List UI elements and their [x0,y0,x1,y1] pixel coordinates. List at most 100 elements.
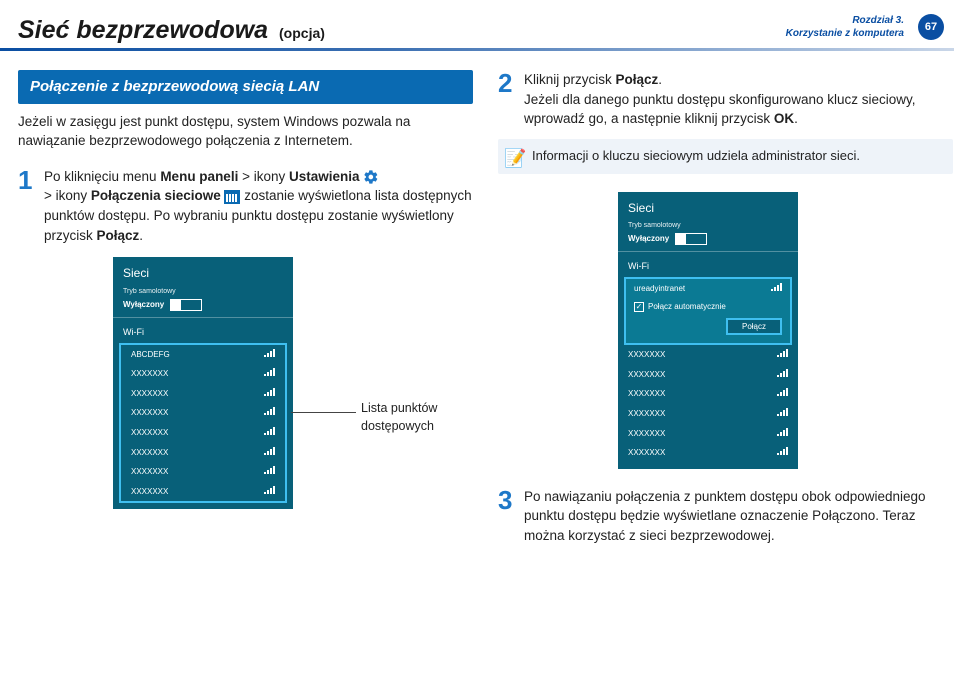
ap-name: XXXXXXX [131,368,168,380]
page-number-badge: 67 [918,14,944,40]
signal-icon [777,428,788,436]
ap-item[interactable]: XXXXXXX [121,384,285,404]
ap-name: XXXXXXX [628,447,665,459]
ap-item[interactable]: ABCDEFG [121,345,285,365]
panel-2-wrap: Sieci Tryb samolotowy Wyłączony Wi-Fi ur… [618,192,953,469]
t: . [658,72,662,87]
header-divider [0,48,954,51]
title-main: Sieć bezprzewodowa [18,16,268,44]
title-option: (opcja) [279,25,325,41]
ap-item[interactable]: XXXXXXX [121,423,285,443]
ap-item[interactable]: XXXXXXX [121,482,285,502]
airplane-toggle[interactable] [675,233,707,245]
t: Jeżeli dla danego punktu dostępu skonfig… [524,92,916,127]
ap-name: XXXXXXX [628,428,665,440]
airplane-toggle[interactable] [170,299,202,311]
step-3: 3 Po nawiązaniu połączenia z punktem dos… [498,487,953,546]
signal-icon [777,349,788,357]
checkbox-icon[interactable]: ✓ [634,302,644,312]
signal-icon [777,408,788,416]
step-2: 2 Kliknij przycisk Połącz. Jeżeli dla da… [498,70,953,129]
step-number-3: 3 [498,487,516,513]
ap-item[interactable]: XXXXXXX [618,365,798,385]
ap-name: XXXXXXX [131,447,168,459]
ap-name: XXXXXXX [628,388,665,400]
ap-item[interactable]: XXXXXXX [121,443,285,463]
panel-title: Sieci [618,192,798,221]
connect-button[interactable]: Połącz [726,318,782,335]
t: > ikony [44,188,91,203]
airplane-toggle-row: Wyłączony [618,231,798,251]
airplane-mode-label: Tryb samolotowy [618,221,798,231]
ap-name: XXXXXXX [131,466,168,478]
step-3-body: Po nawiązaniu połączenia z punktem dostę… [524,487,953,546]
ap-name: ABCDEFG [131,349,170,361]
ap-item[interactable]: XXXXXXX [121,462,285,482]
ustawienia: Ustawienia [289,169,360,184]
chapter-line2: Korzystanie z komputera [786,27,904,40]
note-icon: 📝 [504,145,526,171]
signal-icon [777,369,788,377]
callout-text: Lista punktów dostępowych [361,399,481,435]
airplane-toggle-row: Wyłączony [113,297,293,317]
polacz-bold: Połącz [616,72,659,87]
panel-1-wrap: Sieci Tryb samolotowy Wyłączony Wi-Fi AB… [113,257,473,509]
t: . [139,228,143,243]
ap-name: ureadyintranet [634,283,685,295]
ap-item[interactable]: XXXXXXX [618,404,798,424]
right-column: 2 Kliknij przycisk Połącz. Jeżeli dla da… [498,70,953,556]
signal-icon [264,427,275,435]
autoconnect-label: Połącz automatycznie [648,301,726,313]
intro-paragraph: Jeżeli w zasięgu jest punkt dostępu, sys… [18,112,473,151]
note-text: Informacji o kluczu sieciowym udziela ad… [532,148,860,163]
signal-icon [264,349,275,357]
menu-paneli: Menu paneli [160,169,238,184]
step-1: 1 Po kliknięciu menu Menu paneli > ikony… [18,167,473,245]
signal-icon [264,486,275,494]
ap-item[interactable]: XXXXXXX [121,364,285,384]
chapter-line1: Rozdział 3. [786,14,904,27]
networks-panel-2: Sieci Tryb samolotowy Wyłączony Wi-Fi ur… [618,192,798,469]
ap-name: XXXXXXX [628,369,665,381]
networks-panel-1: Sieci Tryb samolotowy Wyłączony Wi-Fi AB… [113,257,293,509]
ok-bold: OK [774,111,794,126]
t: Kliknij przycisk [524,72,616,87]
signal-icon [264,447,275,455]
gear-icon [363,169,379,185]
ap-name: XXXXXXX [131,486,168,498]
info-note: 📝 Informacji o kluczu sieciowym udziela … [498,139,953,174]
section-heading: Połączenie z bezprzewodową siecią LAN [18,70,473,104]
ap-list: XXXXXXX XXXXXXX XXXXXXX XXXXXXX XXXXXXX … [618,345,798,463]
chapter-label: Rozdział 3. Korzystanie z komputera [786,14,904,40]
polacz-label: Połącz [97,228,140,243]
signal-icon [264,388,275,396]
t: . [794,111,798,126]
callout-line [291,412,356,413]
ap-item[interactable]: XXXXXXX [618,424,798,444]
t: > ikony [238,169,289,184]
signal-icon [777,447,788,455]
ap-item-selected[interactable]: ureadyintranet ✓ Połącz automatycznie Po… [624,277,792,345]
signal-icon [777,388,788,396]
wifi-label: Wi-Fi [618,251,798,277]
signal-icon [771,283,782,291]
step-2-body: Kliknij przycisk Połącz. Jeżeli dla dane… [524,70,953,129]
ap-item[interactable]: XXXXXXX [618,443,798,463]
ap-item[interactable]: XXXXXXX [618,384,798,404]
t: Po kliknięciu menu [44,169,160,184]
ap-item[interactable]: XXXXXXX [121,403,285,423]
airplane-state: Wyłączony [628,233,669,245]
ap-name: XXXXXXX [131,388,168,400]
network-icon [224,190,240,204]
ap-item[interactable]: XXXXXXX [618,345,798,365]
signal-icon [264,368,275,376]
ap-list-highlighted: ABCDEFG XXXXXXX XXXXXXX XXXXXXX XXXXXXX … [119,343,287,504]
step-1-body: Po kliknięciu menu Menu paneli > ikony U… [44,167,473,245]
left-column: Połączenie z bezprzewodową siecią LAN Je… [18,70,473,509]
ap-name: XXXXXXX [131,427,168,439]
airplane-mode-label: Tryb samolotowy [113,287,293,297]
ap-name: XXXXXXX [628,408,665,420]
autoconnect-row[interactable]: ✓ Połącz automatycznie [634,301,782,313]
step-number-1: 1 [18,167,36,193]
panel-title: Sieci [113,257,293,286]
